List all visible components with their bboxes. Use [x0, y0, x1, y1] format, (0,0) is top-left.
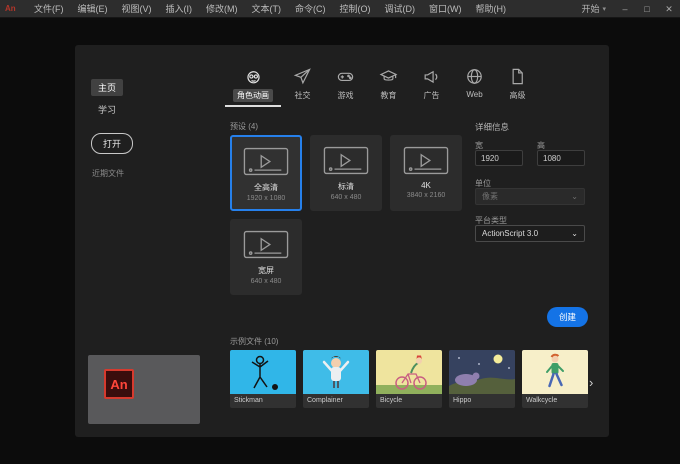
close-button[interactable]: ✕ — [658, 0, 680, 18]
recent-files-label: 近期文件 — [92, 169, 124, 178]
character-face-icon — [246, 71, 260, 84]
sample-name: Hippo — [453, 397, 472, 404]
video-preset-icon — [243, 147, 289, 176]
tab-social[interactable]: 社交 — [281, 63, 324, 107]
tab-advanced[interactable]: 高级 — [496, 63, 539, 107]
tab-games[interactable]: 游戏 — [324, 63, 367, 107]
menu-edit[interactable]: 编辑(E) — [71, 0, 115, 18]
open-button[interactable]: 打开 — [91, 133, 134, 154]
preset-sd[interactable]: 标清 640 x 480 — [310, 135, 382, 211]
megaphone-icon — [424, 70, 438, 84]
sample-hippo[interactable]: Hippo — [449, 350, 515, 408]
tab-label: 社交 — [294, 91, 311, 100]
sample-stickman[interactable]: Stickman — [230, 350, 296, 408]
maximize-button[interactable]: □ — [636, 0, 658, 18]
workspace-switcher[interactable]: 开始 ▾ — [573, 2, 614, 15]
presets-header: 预设 (4) — [230, 122, 258, 131]
sidebar-item-home[interactable]: 主页 — [91, 79, 124, 96]
video-preset-icon — [243, 230, 289, 259]
width-field[interactable] — [475, 150, 523, 166]
sample-name: Bicycle — [380, 397, 403, 404]
animate-app-icon: An — [5, 4, 16, 13]
video-preset-icon — [323, 146, 369, 175]
titlebar: An 文件(F) 编辑(E) 视图(V) 插入(I) 修改(M) 文本(T) 命… — [0, 0, 680, 18]
tab-ads[interactable]: 广告 — [410, 63, 453, 107]
menu-file[interactable]: 文件(F) — [27, 0, 71, 18]
bicycle-thumbnail — [376, 350, 442, 394]
tab-label: 教育 — [380, 91, 397, 100]
height-field[interactable] — [537, 150, 585, 166]
preset-title: 4K — [421, 181, 431, 190]
chevron-down-icon: ⌄ — [571, 229, 578, 238]
document-icon — [512, 68, 523, 85]
samples-next-arrow[interactable]: › — [589, 375, 593, 390]
preset-title: 宽屏 — [258, 266, 274, 275]
menu-help[interactable]: 帮助(H) — [469, 0, 514, 18]
tab-character-animation[interactable]: 角色动画 — [225, 63, 281, 107]
sample-bicycle[interactable]: Bicycle — [376, 350, 442, 408]
sample-complainer[interactable]: Complainer — [303, 350, 369, 408]
tab-label: 游戏 — [337, 91, 354, 100]
preset-dimensions: 3840 x 2160 — [406, 192, 446, 199]
units-value: 像素 — [482, 192, 498, 201]
menu-modify[interactable]: 修改(M) — [199, 0, 245, 18]
menu-control[interactable]: 控制(O) — [333, 0, 378, 18]
menu-view[interactable]: 视图(V) — [115, 0, 159, 18]
workspace-label: 开始 — [581, 4, 600, 14]
sample-name: Stickman — [234, 397, 263, 404]
preset-grid: 全高清 1920 x 1080 标清 640 x 480 4K 3840 x 2… — [230, 135, 478, 295]
tab-label: 角色动画 — [233, 89, 273, 102]
platform-value: ActionScript 3.0 — [482, 229, 539, 238]
preset-title: 标清 — [338, 182, 354, 191]
paper-plane-icon — [293, 68, 311, 85]
category-tabs: 角色动画 社交 游戏 教育 广告 Web 高级 — [225, 63, 539, 107]
tab-web[interactable]: Web — [453, 63, 496, 107]
preset-4k[interactable]: 4K 3840 x 2160 — [390, 135, 462, 211]
preset-dimensions: 1920 x 1080 — [246, 195, 286, 202]
menu-insert[interactable]: 插入(I) — [159, 0, 200, 18]
graduation-cap-icon — [379, 70, 398, 81]
animate-logo-card: An — [88, 355, 200, 424]
preset-title: 全高清 — [254, 183, 278, 192]
menu-debug[interactable]: 调试(D) — [378, 0, 423, 18]
animate-logo: An — [104, 369, 134, 399]
welcome-panel: 主页 学习 打开 近期文件 角色动画 社交 游戏 教育 广告 Web 高级 预设… — [75, 45, 609, 437]
chevron-down-icon: ▾ — [602, 5, 606, 13]
preset-full-hd[interactable]: 全高清 1920 x 1080 — [230, 135, 302, 211]
chevron-down-icon: ⌄ — [571, 192, 578, 201]
globe-icon — [467, 69, 482, 84]
preset-dimensions: 640 x 480 — [250, 278, 282, 285]
menu-text[interactable]: 文本(T) — [245, 0, 289, 18]
complainer-thumbnail — [303, 350, 369, 394]
create-button[interactable]: 创建 — [547, 307, 589, 327]
preset-dimensions: 640 x 480 — [330, 194, 362, 201]
menu-commands[interactable]: 命令(C) — [288, 0, 333, 18]
tab-label: 广告 — [423, 91, 440, 100]
preset-widescreen[interactable]: 宽屏 640 x 480 — [230, 219, 302, 295]
walkcycle-thumbnail — [522, 350, 588, 394]
tab-education[interactable]: 教育 — [367, 63, 410, 107]
game-controller-icon — [337, 72, 354, 82]
platform-dropdown[interactable]: ActionScript 3.0 ⌄ — [475, 225, 585, 242]
tab-label: Web — [466, 90, 483, 99]
units-dropdown: 像素 ⌄ — [475, 188, 585, 205]
menu-window[interactable]: 窗口(W) — [422, 0, 469, 18]
sample-walkcycle[interactable]: Walkcycle — [522, 350, 588, 408]
tab-label: 高级 — [509, 91, 526, 100]
stickman-thumbnail — [230, 350, 296, 394]
video-preset-icon — [403, 146, 449, 175]
sidebar-item-learn[interactable]: 学习 — [91, 101, 123, 118]
sample-name: Complainer — [307, 397, 343, 404]
minimize-button[interactable]: – — [614, 0, 636, 18]
sample-name: Walkcycle — [526, 397, 558, 404]
samples-header: 示例文件 (10) — [230, 337, 279, 346]
sample-files-row: Stickman Complainer Bicycle Hippo Walkcy… — [230, 350, 588, 408]
titlebar-right: 开始 ▾ – □ ✕ — [573, 0, 680, 18]
hippo-thumbnail — [449, 350, 515, 394]
details-header: 详细信息 — [475, 122, 510, 132]
